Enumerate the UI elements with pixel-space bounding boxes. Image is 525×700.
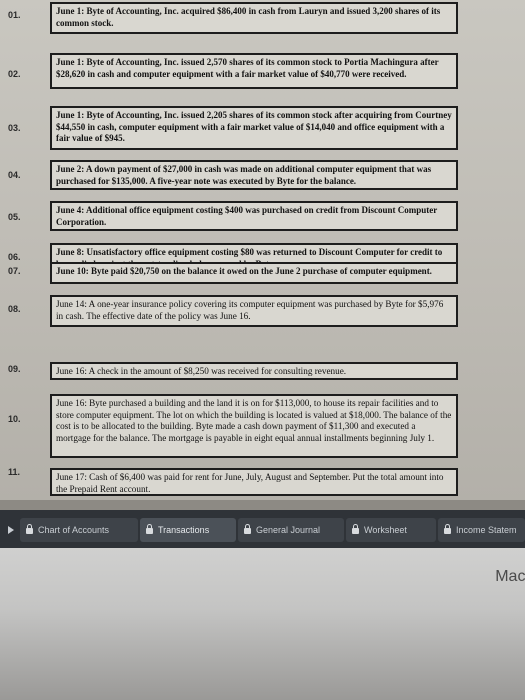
tab-income-statement[interactable]: Income Statem [438,518,525,542]
brand-label: Macl [495,568,525,585]
transaction-number: 08. [8,304,21,314]
lock-icon [26,524,33,534]
tab-chart-of-accounts[interactable]: Chart of Accounts [20,518,138,542]
lock-icon [444,524,451,534]
transaction-number: 06. [8,252,21,262]
transaction-number: 09. [8,364,21,374]
transaction-text[interactable]: June 16: Byte purchased a building and t… [50,394,458,458]
monitor-bezel: Macl [0,548,525,700]
tab-label: Chart of Accounts [38,525,110,535]
transaction-text[interactable]: June 1: Byte of Accounting, Inc. acquire… [50,2,458,34]
tab-label: Income Statem [456,525,517,535]
lock-icon [352,524,359,534]
play-icon[interactable] [8,526,14,534]
lock-icon [244,524,251,534]
transaction-number: 07. [8,266,21,276]
transaction-number: 01. [8,10,21,20]
transaction-text[interactable]: June 14: A one-year insurance policy cov… [50,295,458,327]
transaction-number: 02. [8,69,21,79]
bottom-tab-bar: Chart of Accounts Transactions General J… [0,510,525,548]
transaction-text[interactable]: June 1: Byte of Accounting, Inc. issued … [50,106,458,150]
tab-label: Worksheet [364,525,407,535]
transaction-number: 11. [8,467,21,477]
transaction-text[interactable]: June 2: A down payment of $27,000 in cas… [50,160,458,190]
transactions-screen: 01. June 1: Byte of Accounting, Inc. acq… [0,0,525,500]
transaction-number: 05. [8,212,21,222]
tab-label: General Journal [256,525,321,535]
tab-label: Transactions [158,525,210,535]
transaction-text[interactable]: June 17: Cash of $6,400 was paid for ren… [50,468,458,496]
tab-general-journal[interactable]: General Journal [238,518,344,542]
transaction-number: 03. [8,123,21,133]
transaction-text[interactable]: June 4: Additional office equipment cost… [50,201,458,231]
tab-worksheet[interactable]: Worksheet [346,518,436,542]
transaction-text[interactable]: June 16: A check in the amount of $8,250… [50,362,458,380]
tab-transactions[interactable]: Transactions [140,518,236,542]
lock-icon [146,524,153,534]
transaction-text[interactable]: June 1: Byte of Accounting, Inc. issued … [50,53,458,89]
transaction-text[interactable]: June 10: Byte paid $20,750 on the balanc… [50,262,458,284]
transaction-number: 10. [8,414,21,424]
transaction-number: 04. [8,170,21,180]
